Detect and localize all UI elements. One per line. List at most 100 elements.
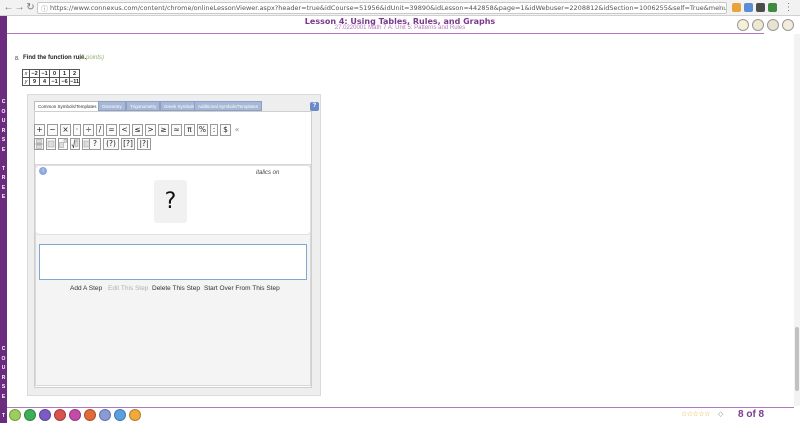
function-table: x −2 −1 0 1 2 y 9 4 −1 −6 −11 — [22, 69, 81, 86]
tab-common-symbols[interactable]: Common Symbols/Templates — [34, 101, 101, 111]
scrollbar-thumb[interactable] — [795, 327, 799, 391]
tab-greek-symbols[interactable]: Greek Symbols — [160, 101, 199, 111]
symbol-times-button[interactable]: × — [60, 124, 71, 136]
course-tree-letter: O — [1, 108, 6, 115]
tool-icon[interactable] — [24, 409, 36, 421]
add-step-button[interactable]: Add A Step — [70, 285, 102, 292]
info-icon[interactable]: i — [39, 167, 47, 175]
page-indicator: 8 of 8 — [738, 409, 765, 420]
template-mixed-number-button[interactable] — [46, 138, 56, 150]
question-prompt: Find the function rule. — [23, 55, 86, 61]
symbol-less-equal-button[interactable]: ≤ — [132, 124, 143, 136]
more-symbols-button[interactable]: « — [233, 124, 241, 136]
course-tree-letter: C — [1, 346, 6, 352]
course-tree-letter: T — [1, 412, 6, 419]
table-row-label: x — [22, 69, 30, 78]
square-root-template-icon — [71, 139, 79, 149]
reload-icon[interactable]: ↻ — [25, 2, 36, 13]
table-cell: −6 — [59, 77, 70, 86]
template-fraction-button[interactable] — [34, 138, 44, 150]
help-icon[interactable]: ? — [310, 102, 319, 111]
symbol-equals-button[interactable]: = — [106, 124, 117, 136]
question-number: 8. — [15, 56, 20, 62]
course-tree-strip[interactable]: COURSE TREE COURSE T — [0, 16, 7, 423]
lesson-subtitle: 27.0220001 Math 7 A: Unit 5: Patterns an… — [334, 25, 466, 31]
rating-stars[interactable]: ☆☆☆☆☆ — [681, 410, 710, 418]
symbol-minus-button[interactable]: − — [47, 124, 58, 136]
extension-icon[interactable] — [756, 3, 765, 12]
symbol-slash-button[interactable]: / — [96, 124, 104, 136]
glossary-icon[interactable] — [767, 19, 779, 31]
notes-icon[interactable] — [737, 19, 749, 31]
question-points: (2 points) — [79, 55, 105, 61]
start-over-button[interactable]: Start Over From This Step — [204, 285, 280, 292]
table-cell: 0 — [49, 69, 60, 78]
template-brackets-button[interactable]: [?] — [121, 138, 135, 150]
tab-additional-symbols[interactable]: Additional Symbols/Templates — [194, 101, 263, 111]
italics-toggle[interactable]: italics on — [256, 170, 279, 176]
course-tree-letter: T — [1, 165, 6, 172]
table-cell: −11 — [68, 77, 81, 86]
page-info-icon[interactable]: ⓘ — [41, 4, 48, 13]
forward-icon[interactable]: → — [14, 2, 25, 13]
footer-divider — [7, 407, 794, 408]
gem-icon: ◇ — [718, 411, 724, 418]
table-cell: 9 — [29, 77, 40, 86]
template-superscript-button[interactable] — [58, 138, 68, 150]
table-cell: −1 — [39, 69, 50, 78]
course-tree-letter — [0, 402, 7, 412]
symbol-plus-button[interactable]: + — [34, 124, 45, 136]
browser-toolbar: ← → ↻ ⓘ https://www.connexus.com/content… — [0, 0, 800, 16]
symbol-pi-button[interactable]: π — [184, 124, 195, 136]
symbol-dot-button[interactable]: · — [73, 124, 81, 136]
course-tree-letter: R — [1, 374, 6, 381]
symbol-greater-equal-button[interactable]: ≥ — [158, 124, 169, 136]
course-tree-letter: S — [1, 137, 6, 143]
back-icon[interactable]: ← — [3, 2, 14, 13]
symbol-dollar-button[interactable]: $ — [220, 124, 231, 136]
template-root-button[interactable] — [70, 138, 80, 150]
tools-icon[interactable] — [782, 19, 794, 31]
placeholder-box[interactable]: ? — [154, 180, 187, 223]
symbol-approx-button[interactable]: ≈ — [171, 124, 182, 136]
table-row-label: y — [22, 77, 30, 86]
superscript-template-icon — [59, 139, 67, 148]
tool-icon[interactable] — [54, 409, 66, 421]
extension-icon[interactable] — [744, 3, 753, 12]
tool-icon[interactable] — [69, 409, 81, 421]
address-bar[interactable]: ⓘ https://www.connexus.com/content/chrom… — [37, 2, 727, 14]
edit-step-button[interactable]: Edit This Step — [108, 285, 148, 292]
extension-icon[interactable] — [732, 3, 741, 12]
table-cell: 4 — [39, 77, 50, 86]
symbol-percent-button[interactable]: % — [197, 124, 208, 136]
tab-geometry[interactable]: Geometry — [98, 101, 126, 111]
course-tree-label-bottom: COURSE T — [0, 345, 7, 421]
address-text: https://www.connexus.com/content/chrome/… — [50, 4, 727, 12]
course-tree-letter: E — [1, 194, 6, 200]
course-tree-letter: S — [1, 384, 6, 390]
extension-icon[interactable] — [768, 3, 777, 12]
course-tree-label-top: COURSE TREE — [0, 98, 7, 203]
template-absolute-value-button[interactable]: |?| — [137, 138, 151, 150]
menu-icon[interactable]: ⋮ — [783, 2, 794, 13]
tool-icon[interactable] — [39, 409, 51, 421]
symbol-less-than-button[interactable]: < — [119, 124, 130, 136]
table-cell: 1 — [59, 69, 70, 78]
course-tree-letter: O — [1, 355, 6, 362]
template-parentheses-button[interactable]: (?) — [103, 138, 119, 150]
calculator-icon[interactable] — [752, 19, 764, 31]
checkmark-icon[interactable] — [9, 409, 21, 421]
course-tree-letter: E — [1, 146, 6, 153]
template-placeholder-button[interactable]: ? — [89, 138, 101, 150]
tool-icon[interactable] — [114, 409, 126, 421]
tool-icon[interactable] — [99, 409, 111, 421]
target-icon[interactable] — [84, 409, 96, 421]
delete-step-button[interactable]: Delete This Step — [152, 285, 200, 292]
help-circle-icon[interactable] — [129, 409, 141, 421]
symbol-greater-than-button[interactable]: > — [145, 124, 156, 136]
symbol-divide-button[interactable]: ÷ — [83, 124, 94, 136]
tab-trigonometry[interactable]: Trigonometry — [126, 101, 161, 111]
symbol-colon-button[interactable]: : — [210, 124, 218, 136]
answer-input[interactable] — [39, 244, 307, 280]
bookmark-star-icon[interactable]: ☆ — [716, 3, 723, 13]
